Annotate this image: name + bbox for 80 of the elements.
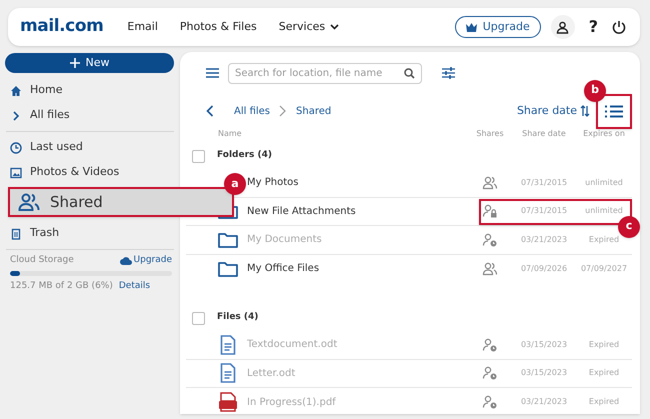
logo[interactable]: mail.com [20, 14, 104, 40]
expiry-date: 07/09/2027 [580, 262, 628, 275]
home-icon [10, 84, 22, 96]
breadcrumb-link[interactable]: All files [234, 104, 270, 118]
chevron-right-icon [279, 105, 286, 117]
chevron-down-icon [330, 24, 340, 30]
storage-usage: 125.7 MB of 2 GB (6%) [10, 280, 113, 292]
expiry-date: unlimited [584, 176, 624, 189]
expiry-date: Expired [588, 234, 620, 246]
breadcrumb-link[interactable]: Shared [296, 104, 332, 118]
sidebar-item[interactable]: Photos & Videos [10, 160, 178, 185]
filter-settings-icon[interactable] [442, 67, 455, 79]
expiry-date: Expired [588, 338, 620, 351]
help-button[interactable]: ? [588, 15, 598, 39]
file-name[interactable]: My Office Files [247, 261, 468, 276]
column-header: Shares [475, 128, 505, 140]
search-field[interactable]: Search for location, file name [228, 62, 422, 84]
document-icon [220, 363, 236, 384]
power-icon [612, 20, 626, 34]
sidebar-item[interactable]: Shared [8, 187, 234, 217]
plus-icon [70, 58, 80, 68]
sidebar-item[interactable]: All files [10, 103, 178, 128]
user-icon [556, 20, 570, 34]
group-heading: Files (4) [217, 311, 258, 324]
share-date: 03/21/2023 [520, 396, 568, 408]
share-date: 03/21/2023 [520, 234, 568, 246]
group-heading: Folders (4) [217, 149, 272, 162]
column-header: Expires on [582, 128, 626, 140]
column-header: Share date [521, 128, 567, 140]
nav-link[interactable]: Photos & Files [180, 18, 257, 36]
folder-icon [218, 260, 238, 277]
cloud-icon [120, 256, 132, 265]
people-icon [482, 176, 498, 190]
share-date: 03/15/2023 [520, 367, 568, 380]
back-icon[interactable] [206, 105, 214, 117]
menu-icon[interactable] [206, 68, 219, 78]
sort-icon [580, 105, 590, 117]
nav-link[interactable]: Email [127, 18, 158, 36]
checkbox[interactable] [192, 312, 205, 324]
callout-badge: b [584, 80, 606, 102]
image-icon [10, 166, 22, 178]
sidebar-item[interactable]: Home [10, 78, 178, 103]
person-clock-icon [482, 232, 498, 247]
file-name[interactable]: My Photos [247, 175, 468, 190]
file-name[interactable]: New File Attachments [247, 204, 468, 219]
crown-icon [466, 22, 477, 32]
person-clock-icon [482, 338, 498, 352]
nav-link[interactable]: Services [278, 18, 340, 36]
document-icon [220, 334, 236, 355]
expiry-date: unlimited [584, 205, 624, 218]
expiry-date: Expired [588, 396, 620, 408]
people-icon [482, 262, 498, 276]
folder-icon [218, 203, 238, 220]
storage-title: Cloud Storage [10, 254, 74, 267]
folder-icon [218, 232, 238, 248]
trash-icon [10, 228, 22, 240]
sidebar-item[interactable]: Last used [10, 135, 178, 160]
clock-icon [10, 142, 22, 154]
share-date: 07/09/2026 [520, 262, 568, 275]
share-date: 07/31/2015 [520, 176, 568, 189]
search-icon [404, 68, 415, 78]
list-icon [605, 104, 623, 118]
logout-button[interactable] [612, 20, 626, 34]
people-icon [18, 193, 40, 211]
person-lock-icon [482, 204, 498, 218]
account-button[interactable] [550, 15, 575, 39]
expiry-date: Expired [588, 367, 620, 380]
share-date: 07/31/2015 [520, 205, 568, 218]
sort-button[interactable]: Share date [516, 102, 590, 120]
sidebar-item[interactable]: Trash [10, 221, 178, 246]
checkbox[interactable] [192, 150, 205, 162]
person-clock-icon [482, 395, 498, 410]
upgrade-link[interactable]: Upgrade [120, 254, 172, 268]
upgrade-button[interactable]: Upgrade [454, 16, 541, 38]
share-date: 03/15/2023 [520, 338, 568, 351]
column-header: Name [218, 128, 243, 140]
details-link[interactable]: Details [118, 280, 150, 293]
new-button[interactable]: New [5, 53, 174, 73]
person-clock-icon [482, 366, 498, 380]
callout-badge: c [618, 216, 640, 238]
